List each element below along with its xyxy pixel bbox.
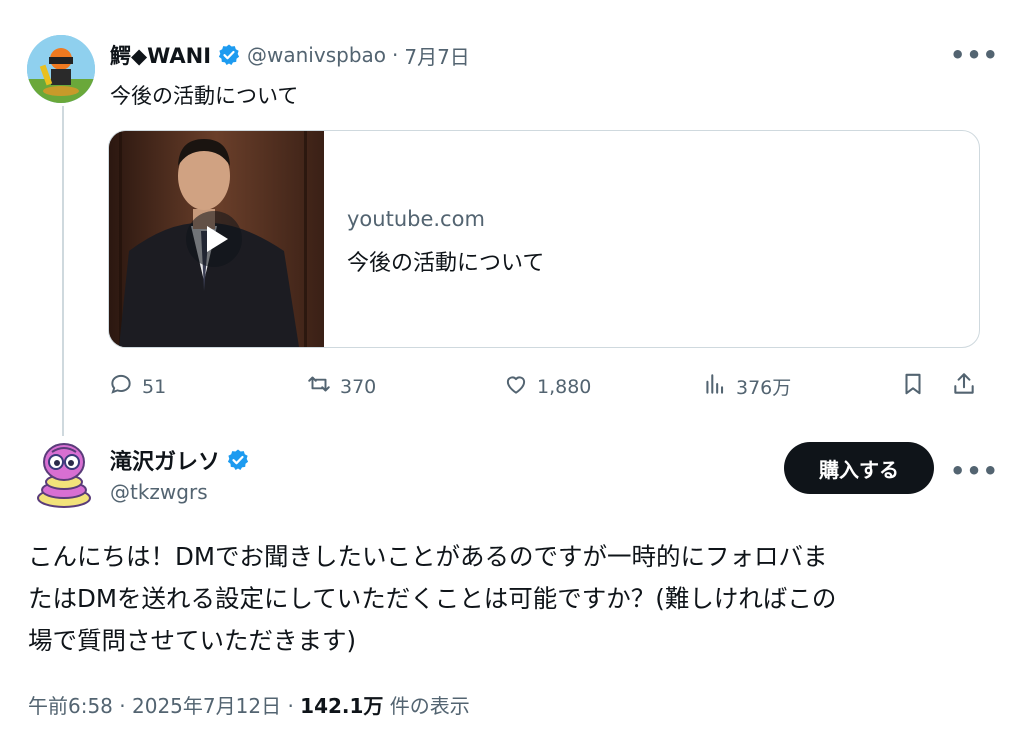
reply-views-count: 142.1万 (300, 694, 384, 718)
thread-line (62, 106, 64, 436)
reply-author-name[interactable]: 滝沢ガレソ (110, 444, 220, 476)
reply-views-label: 件の表示 (389, 694, 470, 718)
like-action[interactable]: 1,880 (503, 371, 591, 402)
link-card[interactable]: youtube.com 今後の活動について (108, 130, 980, 348)
reply-time[interactable]: 午前6:58 (28, 694, 113, 718)
tweet-date[interactable]: 7月7日 (404, 41, 469, 70)
reply-count: 51 (142, 375, 167, 398)
reply-icon (108, 371, 134, 402)
card-domain: youtube.com (347, 207, 485, 231)
card-title: 今後の活動について (347, 251, 545, 276)
views-action[interactable]: 376万 (702, 371, 791, 402)
buy-button[interactable]: 購入する (784, 442, 934, 494)
reply-text-line: 場で質問させていただきます) (28, 626, 357, 655)
tweet-text: 今後の活動について (110, 84, 299, 108)
reply-action[interactable]: 51 (108, 371, 166, 402)
bookmark-action[interactable] (900, 371, 926, 402)
share-action[interactable] (951, 371, 977, 402)
separator: · (119, 694, 126, 718)
tweet-header: 鰐◆WANI @wanivspbao · 7月7日 (110, 40, 470, 70)
views-icon (702, 371, 728, 402)
repost-action[interactable]: 370 (306, 371, 376, 402)
garesso-avatar[interactable] (30, 440, 98, 508)
reply-header: 滝沢ガレソ (110, 444, 250, 476)
views-count: 376万 (736, 377, 792, 399)
bookmark-icon (900, 371, 926, 402)
reply-text: こんにちは！DMでお聞きしたいことがあるのですが一時的にフォロバま たはDMを送… (28, 536, 836, 662)
verified-icon (217, 43, 241, 67)
reply-date[interactable]: 2025年7月12日 (132, 694, 281, 718)
reply-text-line: こんにちは！DMでお聞きしたいことがあるのですが一時的にフォロバま (28, 542, 828, 571)
video-thumbnail[interactable] (109, 131, 324, 347)
more-icon[interactable]: ••• (950, 43, 999, 67)
reply-author-handle[interactable]: @tkzwgrs (110, 480, 208, 504)
repost-icon (306, 371, 332, 402)
reply-text-line: たはDMを送れる設定にしていただくことは可能ですか？(難しければこの (28, 584, 837, 613)
reply-meta: 午前6:58 · 2025年7月12日 · 142.1万 件の表示 (28, 690, 470, 719)
author-name[interactable]: 鰐◆WANI (110, 40, 211, 70)
more-icon[interactable]: ••• (950, 459, 999, 483)
wani-avatar[interactable] (27, 35, 95, 103)
share-icon (951, 371, 977, 402)
verified-icon (226, 448, 250, 472)
separator: · (392, 43, 399, 67)
repost-count: 370 (340, 375, 377, 398)
like-icon (503, 371, 529, 402)
author-handle[interactable]: @wanivspbao (247, 43, 386, 67)
separator: · (287, 694, 294, 718)
like-count: 1,880 (537, 375, 592, 398)
play-icon[interactable] (186, 211, 242, 267)
